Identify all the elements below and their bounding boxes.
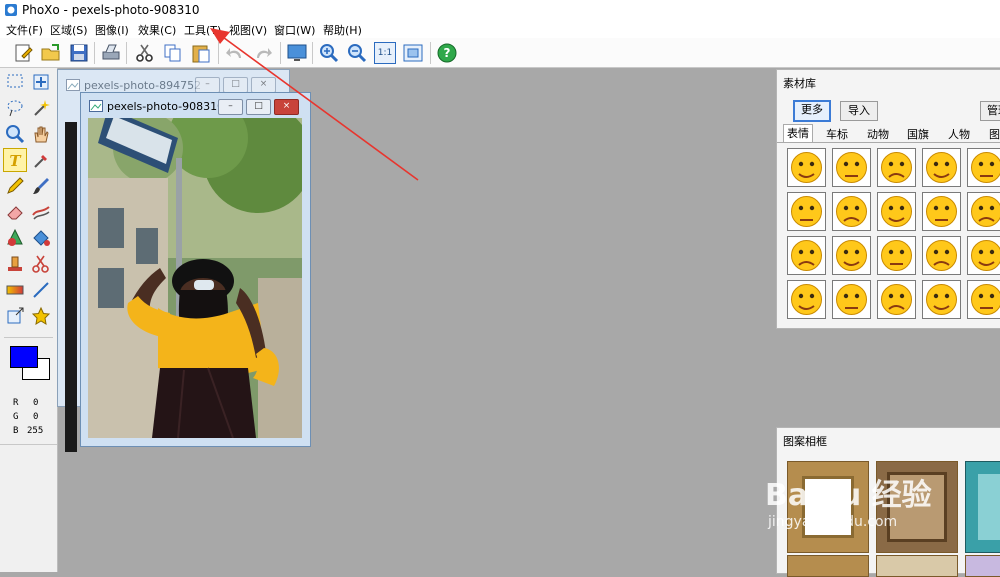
main-toolbar: 1:1 ? xyxy=(0,38,1000,68)
toolbar-separator xyxy=(126,42,127,64)
text-icon[interactable]: T xyxy=(4,149,26,171)
image-doc-icon xyxy=(66,79,80,91)
zoom-icon[interactable] xyxy=(4,123,26,145)
rgb-blue-row: B255 xyxy=(13,426,43,436)
tab-car-logos[interactable]: 车标 xyxy=(826,126,848,142)
fill-icon[interactable] xyxy=(30,227,52,249)
watermark-url: jingyan.baidu.com xyxy=(768,514,997,530)
frame-thumbnail[interactable] xyxy=(787,555,869,577)
cut-icon[interactable] xyxy=(134,42,156,64)
more-button[interactable]: 更多 xyxy=(793,100,831,122)
new-icon[interactable] xyxy=(12,42,34,64)
help-icon[interactable]: ? xyxy=(436,42,458,64)
save-icon[interactable] xyxy=(68,42,90,64)
star-icon[interactable] xyxy=(30,305,52,327)
menu-effects[interactable]: 效果(C) xyxy=(138,22,176,38)
tab-emoji[interactable]: 表情 xyxy=(783,124,813,143)
back-document-title: pexels-photo-894752 xyxy=(84,79,201,92)
tab-animals[interactable]: 动物 xyxy=(867,126,889,142)
emoji-thumbnail[interactable] xyxy=(967,148,1000,187)
rgb-green-row: G0 xyxy=(13,412,38,422)
import-button[interactable]: 导入 xyxy=(840,101,878,121)
image-doc-icon xyxy=(89,100,103,112)
eraser-icon[interactable] xyxy=(4,201,26,223)
tab-flags[interactable]: 国旗 xyxy=(907,126,929,142)
foreground-color-swatch[interactable] xyxy=(10,346,38,368)
line-icon[interactable] xyxy=(30,279,52,301)
emoji-thumbnail[interactable] xyxy=(922,280,961,319)
smudge-icon[interactable] xyxy=(30,201,52,223)
baidu-watermark: Baidu 经验 jingyan.baidu.com xyxy=(765,470,997,550)
emoji-thumbnail[interactable] xyxy=(832,148,871,187)
copy-icon[interactable] xyxy=(162,42,184,64)
menu-image[interactable]: 图像(I) xyxy=(95,22,129,38)
gradient-icon[interactable] xyxy=(4,279,26,301)
red-annotation-arrow xyxy=(200,22,430,192)
svg-text:T: T xyxy=(9,152,22,170)
clone-icon[interactable] xyxy=(4,227,26,249)
emoji-thumbnail[interactable] xyxy=(877,236,916,275)
magic-wand-icon[interactable] xyxy=(30,97,52,119)
eyedropper-icon[interactable] xyxy=(30,149,52,171)
emoji-thumbnail[interactable] xyxy=(787,148,826,187)
tab-people[interactable]: 人物 xyxy=(948,126,970,142)
emoji-thumbnail[interactable] xyxy=(787,280,826,319)
emoji-thumbnail[interactable] xyxy=(877,192,916,231)
emoji-thumbnail[interactable] xyxy=(787,192,826,231)
pencil-icon[interactable] xyxy=(4,175,26,197)
emoji-thumbnail[interactable] xyxy=(967,280,1000,319)
title-bar: PhoXo - pexels-photo-908310 xyxy=(0,0,1000,20)
manage-button[interactable]: 管理 xyxy=(980,101,1000,121)
tool-palette: T R0 G0 B255 xyxy=(0,68,58,572)
rect-select-icon[interactable] xyxy=(4,71,26,93)
rgb-green-label: G xyxy=(13,412,33,422)
rgb-blue-label: B xyxy=(13,426,27,436)
frame-thumbnail[interactable] xyxy=(876,555,958,577)
emoji-thumbnail[interactable] xyxy=(832,280,871,319)
emoji-thumbnail[interactable] xyxy=(877,148,916,187)
emoji-thumbnail[interactable] xyxy=(967,236,1000,275)
emoji-thumbnail[interactable] xyxy=(922,192,961,231)
menu-region[interactable]: 区域(S) xyxy=(50,22,88,38)
rgb-green-value: 0 xyxy=(33,412,38,422)
frame-thumbnail[interactable] xyxy=(965,555,1000,577)
menu-file[interactable]: 文件(F) xyxy=(6,22,43,38)
rgb-blue-value: 255 xyxy=(27,426,43,436)
tab-divider xyxy=(777,142,1000,143)
emoji-thumbnail[interactable] xyxy=(832,236,871,275)
stamp-icon[interactable] xyxy=(4,253,26,275)
toolbar-separator xyxy=(430,42,431,64)
rgb-red-label: R xyxy=(13,398,33,408)
open-icon[interactable] xyxy=(40,42,62,64)
lasso-icon[interactable] xyxy=(4,97,26,119)
back-document-canvas xyxy=(65,122,77,452)
emoji-thumbnail[interactable] xyxy=(922,148,961,187)
frame-panel-title: 图案相框 xyxy=(783,433,827,449)
watermark-brand: Baidu 经验 xyxy=(765,470,997,514)
palette-divider xyxy=(0,444,57,445)
rgb-red-row: R0 xyxy=(13,398,38,408)
tab-more[interactable]: 图 xyxy=(989,126,1000,142)
move-icon[interactable] xyxy=(30,71,52,93)
transform-icon[interactable] xyxy=(4,305,26,327)
emoji-thumbnail[interactable] xyxy=(787,236,826,275)
hand-icon[interactable] xyxy=(30,123,52,145)
emoji-thumbnail[interactable] xyxy=(832,192,871,231)
rgb-red-value: 0 xyxy=(33,398,38,408)
emoji-thumbnail[interactable] xyxy=(967,192,1000,231)
scan-icon[interactable] xyxy=(100,42,122,64)
window-title: PhoXo - pexels-photo-908310 xyxy=(22,3,200,17)
material-library-panel: 素材库 更多 导入 管理 表情 车标 动物 国旗 人物 图 xyxy=(776,69,1000,329)
scissors-icon[interactable] xyxy=(30,253,52,275)
toolbar-separator xyxy=(94,42,95,64)
emoji-thumbnail[interactable] xyxy=(922,236,961,275)
material-panel-title: 素材库 xyxy=(783,75,816,91)
svg-text:?: ? xyxy=(444,46,451,60)
brush-icon[interactable] xyxy=(30,175,52,197)
phoxo-logo-icon xyxy=(4,3,18,17)
menu-bar: 文件(F) 区域(S) 图像(I) 效果(C) 工具(T) 视图(V) 窗口(W… xyxy=(0,20,1000,39)
emoji-thumbnail[interactable] xyxy=(877,280,916,319)
